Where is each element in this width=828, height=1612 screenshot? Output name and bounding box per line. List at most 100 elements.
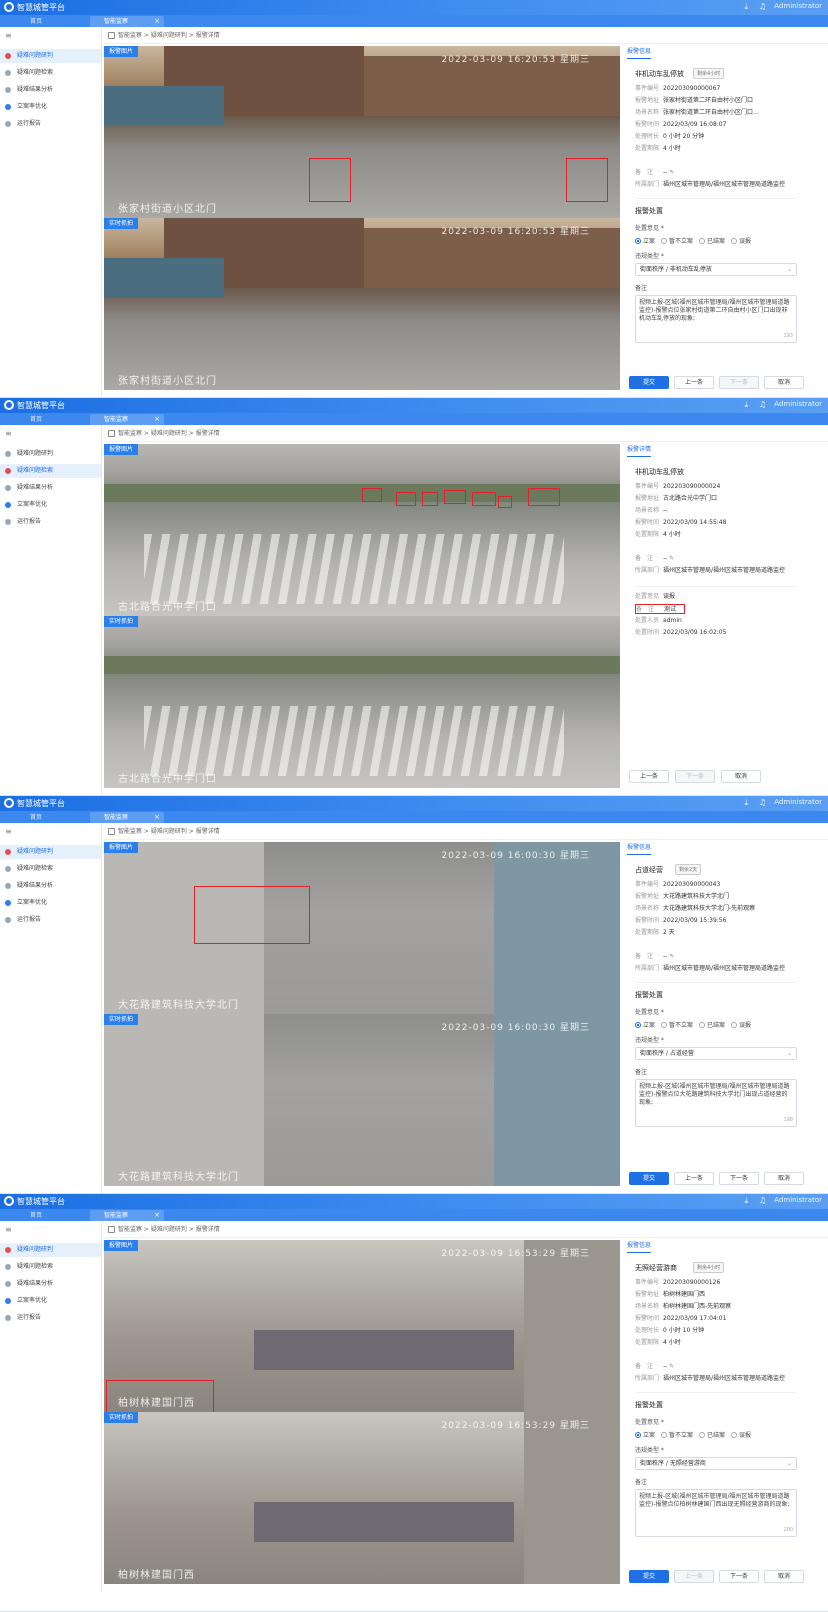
bell-icon[interactable]: ♫	[759, 2, 766, 11]
sidebar-item-2[interactable]: 疑难问题检索	[0, 862, 101, 876]
home-icon[interactable]	[108, 828, 115, 835]
home-icon[interactable]	[108, 1226, 115, 1233]
sidebar-item-5[interactable]: 运行报告	[0, 1311, 101, 1325]
radio-option[interactable]: 暂不立案	[661, 236, 693, 245]
alarm-image[interactable]: 报警图片 2022-03-09 16:53:29 星期三 柏树林建国门西	[104, 1240, 620, 1412]
note-textarea[interactable]: 视频上报-区城(福州区城市管理局/福州区城市管理局道路监控)-报警点位柏树林建国…	[635, 1489, 797, 1537]
cancel-button[interactable]: 取消	[764, 1172, 804, 1185]
close-icon[interactable]: ×	[154, 414, 160, 425]
sidebar-item-5[interactable]: 运行报告	[0, 117, 101, 131]
tab-monitor[interactable]: 智能监察 ×	[90, 414, 164, 425]
sidebar-item-5[interactable]: 运行报告	[0, 913, 101, 927]
edit-icon[interactable]: ✎	[667, 1363, 674, 1370]
user-menu[interactable]: Administrator	[774, 798, 822, 806]
cancel-button[interactable]: 取消	[764, 1570, 804, 1583]
live-capture-image[interactable]: 实时抓拍 2022-03-09 16:53:29 星期三 柏树林建国门西	[104, 1412, 620, 1584]
bell-icon[interactable]: ♫	[759, 1196, 766, 1205]
sidebar-item-3[interactable]: 疑难结果分析	[0, 481, 101, 495]
live-capture-image[interactable]: 实时抓拍 2022-03-09 16:20:53 星期三 张家村街道小区北门	[104, 218, 620, 390]
menu-toggle-icon[interactable]: ≡	[5, 1225, 12, 1234]
user-menu[interactable]: Administrator	[774, 2, 822, 10]
breadcrumb-item[interactable]: 疑难问题研判	[151, 828, 187, 835]
note-textarea[interactable]: 视频上报-区城(福州区城市管理局/福州区城市管理局道路监控)-报警点位大花路建筑…	[635, 1079, 797, 1127]
submit-button[interactable]: 提交	[629, 376, 669, 389]
cancel-button[interactable]: 取消	[721, 770, 761, 783]
breadcrumb-item[interactable]: 智能监察	[118, 828, 142, 835]
tab-monitor[interactable]: 智能监察 ×	[90, 1210, 164, 1221]
tab-monitor[interactable]: 智能监察 ×	[90, 812, 164, 823]
radio-option[interactable]: 已结案	[699, 1020, 725, 1029]
sidebar-item-3[interactable]: 疑难结果分析	[0, 1277, 101, 1291]
sidebar-item-1[interactable]: 疑难问题研判	[0, 49, 101, 63]
next-button[interactable]: 下一条	[675, 770, 715, 783]
sidebar-item-4[interactable]: 立案率优化	[0, 498, 101, 512]
home-icon[interactable]	[108, 32, 115, 39]
radio-option[interactable]: 暂不立案	[661, 1020, 693, 1029]
download-icon[interactable]: ⤓	[744, 400, 748, 410]
radio-option[interactable]: 误报	[731, 1020, 751, 1029]
edit-icon[interactable]: ✎	[667, 953, 674, 960]
violation-type-select[interactable]: 街面秩序 / 占道经营 ⌄	[635, 1047, 797, 1060]
radio-option[interactable]: 暂不立案	[661, 1430, 693, 1439]
sidebar-item-3[interactable]: 疑难结果分析	[0, 83, 101, 97]
sidebar-item-1[interactable]: 疑难问题研判	[0, 447, 101, 461]
radio-option[interactable]: 误报	[731, 236, 751, 245]
tab-home[interactable]: 首页	[16, 414, 86, 425]
menu-toggle-icon[interactable]: ≡	[5, 429, 12, 438]
sidebar-item-2[interactable]: 疑难问题检索	[0, 1260, 101, 1274]
alarm-image[interactable]: 报警图片 2022-03-09 16:00:30 星期三 大花路建筑科技大学北门	[104, 842, 620, 1014]
live-capture-image[interactable]: 实时抓拍 2022-03-09 16:00:30 星期三 大花路建筑科技大学北门	[104, 1014, 620, 1186]
user-menu[interactable]: Administrator	[774, 1196, 822, 1204]
sidebar-item-5[interactable]: 运行报告	[0, 515, 101, 529]
home-icon[interactable]	[108, 430, 115, 437]
radio-option[interactable]: 已结案	[699, 1430, 725, 1439]
edit-icon[interactable]: ✎	[667, 169, 674, 176]
detail-tab[interactable]: 报警信息	[627, 1240, 652, 1253]
tab-monitor[interactable]: 智能监察 ×	[90, 16, 164, 27]
note-textarea[interactable]: 视频上报-区城(福州区城市管理局/福州区城市管理局道路监控)-报警点位张家村街道…	[635, 295, 797, 343]
menu-toggle-icon[interactable]: ≡	[5, 31, 12, 40]
tab-home[interactable]: 首页	[16, 812, 86, 823]
prev-button[interactable]: 上一条	[674, 1570, 714, 1583]
detail-tab[interactable]: 报警信息	[627, 842, 652, 855]
breadcrumb-item[interactable]: 疑难问题研判	[151, 32, 187, 39]
submit-button[interactable]: 提交	[629, 1172, 669, 1185]
radio-option[interactable]: 立案	[635, 236, 655, 245]
detail-tab[interactable]: 报警详情	[627, 444, 652, 457]
sidebar-item-2[interactable]: 疑难问题检索	[0, 464, 101, 478]
tab-home[interactable]: 首页	[16, 1210, 86, 1221]
violation-type-select[interactable]: 街面秩序 / 非机动车乱停放 ⌄	[635, 263, 797, 276]
edit-icon[interactable]: ✎	[667, 555, 674, 562]
close-icon[interactable]: ×	[154, 812, 160, 823]
breadcrumb-item[interactable]: 疑难问题研判	[151, 1226, 187, 1233]
radio-option[interactable]: 误报	[731, 1430, 751, 1439]
breadcrumb-item[interactable]: 智能监察	[118, 32, 142, 39]
close-icon[interactable]: ×	[154, 1210, 160, 1221]
download-icon[interactable]: ⤓	[744, 1196, 748, 1206]
sidebar-item-2[interactable]: 疑难问题检索	[0, 66, 101, 80]
download-icon[interactable]: ⤓	[744, 798, 748, 808]
breadcrumb-item[interactable]: 疑难问题研判	[151, 430, 187, 437]
sidebar-item-4[interactable]: 立案率优化	[0, 100, 101, 114]
prev-button[interactable]: 上一条	[674, 1172, 714, 1185]
user-menu[interactable]: Administrator	[774, 400, 822, 408]
sidebar-item-1[interactable]: 疑难问题研判	[0, 1243, 101, 1257]
alarm-image[interactable]: 报警图片 古北路合光中学门口	[104, 444, 620, 616]
violation-type-select[interactable]: 街面秩序 / 无照经营游商 ⌄	[635, 1457, 797, 1470]
breadcrumb-item[interactable]: 智能监察	[118, 1226, 142, 1233]
sidebar-item-4[interactable]: 立案率优化	[0, 896, 101, 910]
prev-button[interactable]: 上一条	[674, 376, 714, 389]
next-button[interactable]: 下一条	[719, 1570, 759, 1583]
bell-icon[interactable]: ♫	[759, 798, 766, 807]
next-button[interactable]: 下一条	[719, 376, 759, 389]
breadcrumb-item[interactable]: 智能监察	[118, 430, 142, 437]
sidebar-item-1[interactable]: 疑难问题研判	[0, 845, 101, 859]
detail-tab[interactable]: 报警信息	[627, 46, 652, 59]
alarm-image[interactable]: 报警图片 2022-03-09 16:20:53 星期三 张家村街道小区北门	[104, 46, 620, 218]
sidebar-item-4[interactable]: 立案率优化	[0, 1294, 101, 1308]
radio-option[interactable]: 已结案	[699, 236, 725, 245]
next-button[interactable]: 下一条	[719, 1172, 759, 1185]
menu-toggle-icon[interactable]: ≡	[5, 827, 12, 836]
cancel-button[interactable]: 取消	[764, 376, 804, 389]
download-icon[interactable]: ⤓	[744, 2, 748, 12]
